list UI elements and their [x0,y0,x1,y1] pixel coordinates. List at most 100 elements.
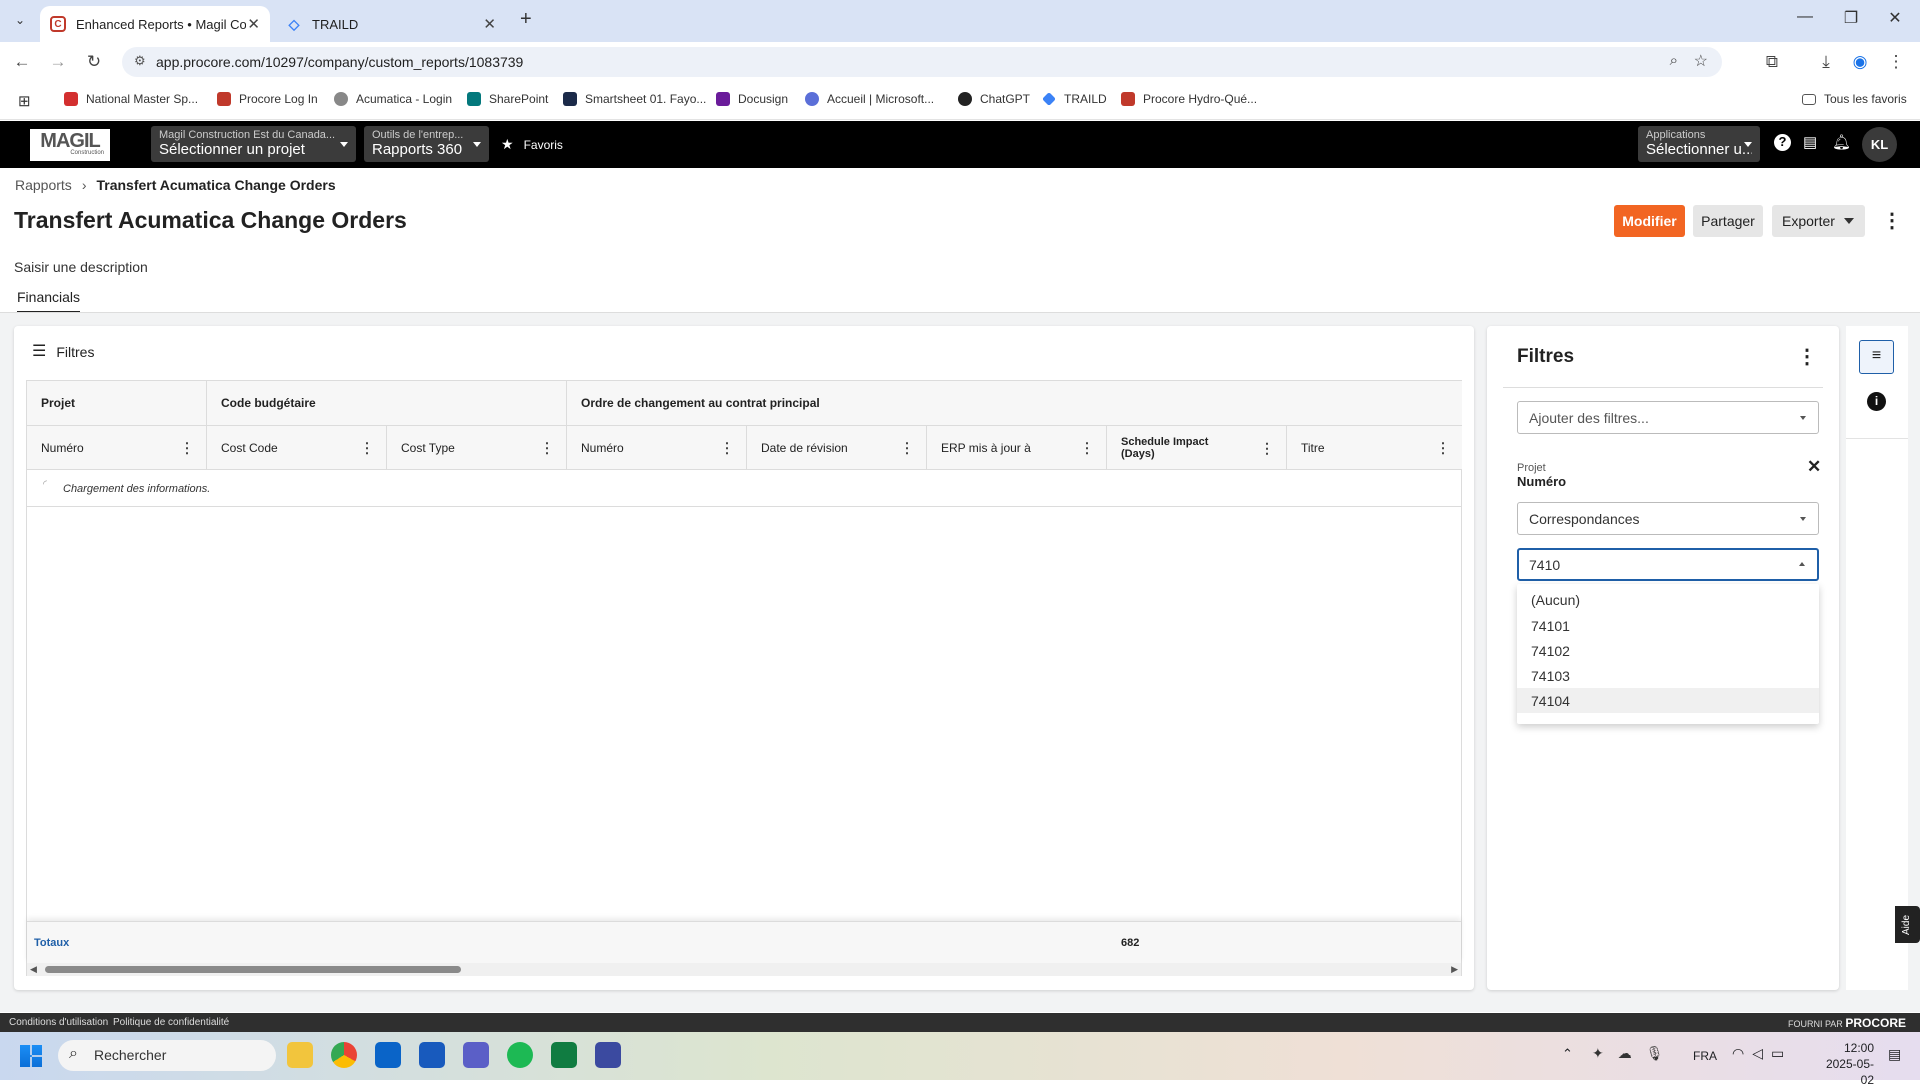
reload-icon[interactable]: ↻ [82,52,106,72]
share-button[interactable]: Partager [1693,205,1763,237]
project-selector[interactable]: Magil Construction Est du Canada... Séle… [151,126,356,162]
zoom-icon[interactable]: ⌕ [1670,52,1678,69]
avatar[interactable]: KL [1862,127,1897,162]
bookmark-item[interactable]: SharePoint [467,92,548,106]
download-icon[interactable]: ⤓ [1814,52,1838,72]
apps-grid-icon[interactable]: ⊞ [18,92,31,110]
bookmark-item[interactable]: Acumatica - Login [334,92,452,106]
company-logo[interactable]: MAGIL Construction [30,129,110,161]
language-indicator[interactable]: FRA [1693,1049,1717,1063]
dropdown-option[interactable]: 74101 [1517,613,1819,638]
bookmark-star-icon[interactable]: ☆ [1694,51,1708,71]
modify-button[interactable]: Modifier [1614,205,1685,237]
column-header[interactable]: ERP mis à jour à ⋮ [927,426,1107,470]
dropdown-option[interactable]: (Aucun) [1517,584,1819,613]
terms-link[interactable]: Conditions d'utilisation [9,1017,108,1028]
favorites-button[interactable]: ★ Favoris [501,136,563,153]
filter-panel-menu-icon[interactable]: ⋮ [1797,344,1817,369]
teams-icon[interactable] [463,1042,489,1068]
browser-menu-icon[interactable]: ⋮ [1884,52,1908,72]
column-menu-icon[interactable]: ⋮ [540,439,554,456]
all-bookmarks[interactable]: Tous les favoris [1802,92,1907,106]
column-menu-icon[interactable]: ⋮ [180,439,194,456]
profile-icon[interactable]: ◉ [1848,52,1872,72]
close-window-icon[interactable]: ✕ [1880,8,1910,28]
horizontal-scrollbar[interactable]: ◀ ▶ [27,963,1461,976]
description-field[interactable]: Saisir une description [14,259,148,275]
column-menu-icon[interactable]: ⋮ [1436,439,1450,456]
bookmark-item[interactable]: ChatGPT [958,92,1030,106]
bookmark-item[interactable]: Docusign [716,92,788,106]
minimize-icon[interactable]: — [1790,8,1820,26]
filters-toggle-button[interactable]: ☰ Filtres [32,344,94,361]
column-header[interactable]: Numéro ⋮ [567,426,747,470]
tray-icons[interactable]: ✦☁🎙︎ [1592,1045,1678,1062]
excel-icon[interactable] [551,1042,577,1068]
add-filters-select[interactable]: Ajouter des filtres... [1517,401,1819,434]
tab-traild[interactable]: ◇ TRAILD ✕ [276,6,506,42]
breadcrumb-link[interactable]: Rapports [15,177,72,193]
bookmark-item[interactable]: Smartsheet 01. Fayo... [563,92,706,106]
scroll-left-icon[interactable]: ◀ [30,964,37,975]
app-icon[interactable] [595,1042,621,1068]
privacy-link[interactable]: Politique de confidentialité [113,1017,229,1028]
column-menu-icon[interactable]: ⋮ [720,439,734,456]
dropdown-option[interactable]: 74103 [1517,663,1819,688]
help-icon[interactable]: ? [1774,134,1791,151]
dropdown-option[interactable]: 74104 [1517,688,1819,713]
bookmark-item[interactable]: National Master Sp... [64,92,198,106]
close-tab-icon[interactable]: ✕ [247,15,260,33]
filter-panel-toggle-icon[interactable]: ≡ [1859,340,1894,374]
column-header[interactable]: Numéro ⋮ [27,426,207,470]
notifications-icon[interactable]: ▤ [1888,1046,1901,1063]
extensions-icon[interactable]: ⧉ [1760,52,1784,72]
column-menu-icon[interactable]: ⋮ [1080,439,1094,456]
back-icon[interactable]: ← [10,52,34,72]
url-input[interactable]: ⚙ app.procore.com/10297/company/custom_r… [122,47,1722,77]
bookmark-item[interactable]: Procore Log In [217,92,318,106]
column-header[interactable]: Titre ⋮ [1287,426,1462,470]
column-header[interactable]: Cost Code ⋮ [207,426,387,470]
bell-icon[interactable]: 🔔︎ [1832,133,1851,151]
column-header[interactable]: Schedule Impact (Days) ⋮ [1107,426,1287,470]
bookmark-item[interactable]: TRAILD [1042,92,1107,106]
column-header[interactable]: Date de révision ⋮ [747,426,927,470]
apps-selector[interactable]: Applications Sélectionner u... [1638,126,1760,162]
network-volume-battery-icons[interactable]: ◠◁▭ [1732,1045,1792,1062]
spotify-icon[interactable] [507,1042,533,1068]
filter-value-input[interactable]: 7410 [1517,548,1819,581]
close-tab-icon[interactable]: ✕ [483,15,496,33]
remove-filter-icon[interactable]: ✕ [1807,457,1821,477]
column-header[interactable]: Cost Type ⋮ [387,426,567,470]
tab-search-button[interactable]: ⌄ [8,10,32,32]
tray-chevron-icon[interactable]: ⌃ [1562,1046,1573,1062]
clock[interactable]: 12:00 2025-05-02 [1814,1040,1874,1088]
word-icon[interactable] [419,1042,445,1068]
column-menu-icon[interactable]: ⋮ [360,439,374,456]
bookmark-item[interactable]: Accueil | Microsoft... [805,92,934,106]
column-menu-icon[interactable]: ⋮ [1260,441,1274,455]
bookmark-item[interactable]: Procore Hydro-Qué... [1121,92,1257,106]
help-tab[interactable]: Aide [1895,906,1920,943]
tab-enhanced-reports[interactable]: C Enhanced Reports • Magil Cons ✕ [40,6,270,42]
operator-select[interactable]: Correspondances [1517,502,1819,535]
restore-icon[interactable]: ❐ [1836,8,1866,28]
site-info-icon[interactable]: ⚙ [134,53,146,69]
taskbar-search[interactable]: ⌕ Rechercher [58,1040,276,1071]
tools-selector[interactable]: Outils de l'entrep... Rapports 360 [364,126,489,162]
info-icon[interactable]: i [1867,392,1886,411]
windows-start-icon[interactable] [20,1045,42,1067]
file-explorer-icon[interactable] [287,1042,313,1068]
chat-icon[interactable]: ▤ [1803,133,1817,151]
forward-icon[interactable]: → [46,52,70,72]
column-menu-icon[interactable]: ⋮ [900,439,914,456]
export-button[interactable]: Exporter [1772,205,1865,237]
more-options-icon[interactable]: ⋮ [1882,208,1902,233]
scroll-right-icon[interactable]: ▶ [1451,964,1458,975]
outlook-icon[interactable] [375,1042,401,1068]
new-tab-button[interactable]: + [520,8,532,31]
chrome-icon[interactable] [331,1042,357,1068]
tab-financials[interactable]: Financials [17,289,81,313]
scrollbar-thumb[interactable] [45,966,461,973]
dropdown-option[interactable]: 74102 [1517,638,1819,663]
